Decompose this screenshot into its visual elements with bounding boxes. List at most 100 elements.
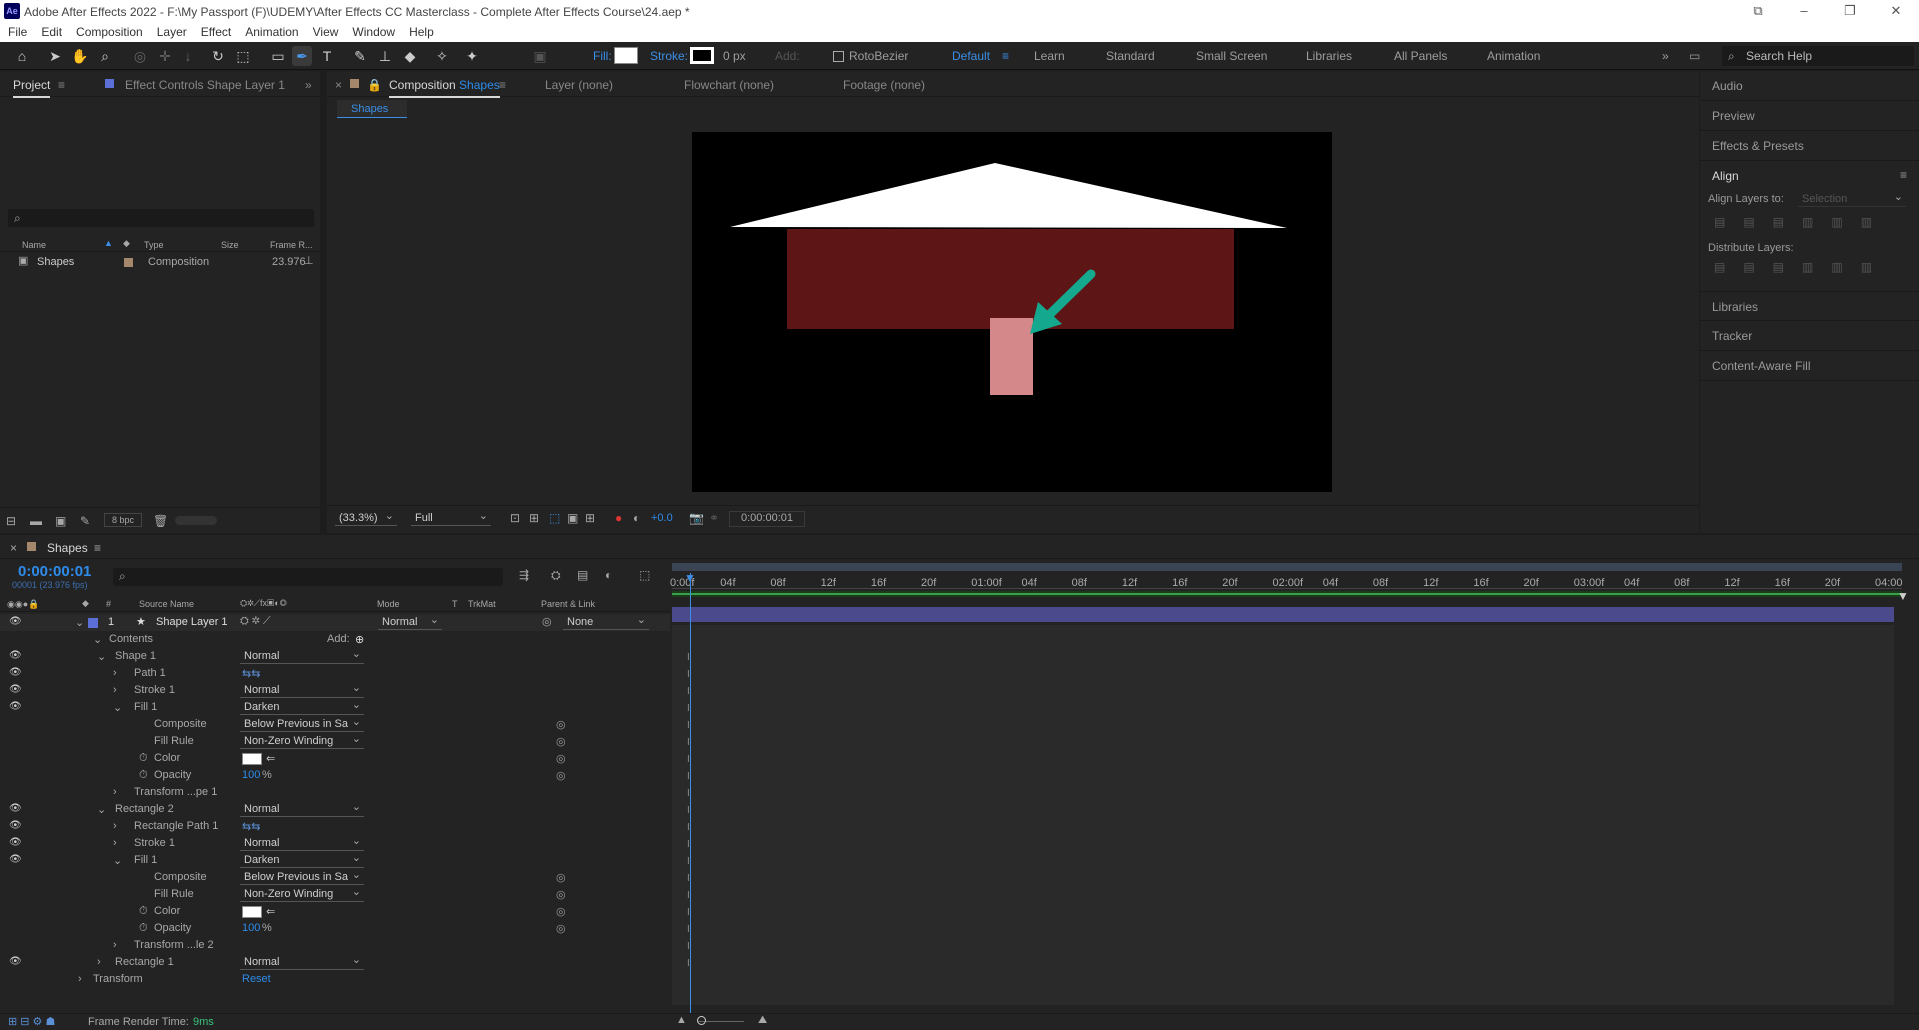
menu-layer[interactable]: Layer bbox=[157, 24, 187, 42]
expression-pickwhip-icon[interactable]: ◎ bbox=[556, 769, 566, 782]
label-header-icon[interactable]: ◆ bbox=[82, 598, 89, 609]
workspace-menu-icon[interactable]: ≡ bbox=[1002, 49, 1009, 63]
property-name[interactable]: Transform bbox=[93, 973, 143, 985]
layer-mode-dropdown[interactable]: Normal bbox=[378, 613, 442, 630]
channel-icon[interactable]: ● bbox=[615, 511, 622, 525]
property-name[interactable]: Fill Rule bbox=[154, 888, 194, 900]
end-marker-icon[interactable]: ▼ bbox=[1897, 589, 1909, 603]
menu-file[interactable]: File bbox=[8, 24, 27, 42]
expression-pickwhip-icon[interactable]: ◎ bbox=[556, 905, 566, 918]
visibility-eye-icon[interactable]: 👁 bbox=[9, 837, 22, 848]
property-row[interactable]: 👁 › Stroke 1 Normal bbox=[0, 681, 670, 700]
zoom-tool-icon[interactable]: ⌕ bbox=[95, 46, 115, 66]
layer-switches-icon[interactable]: ⛭ ✲ ⟋ bbox=[240, 615, 271, 628]
expression-pickwhip-icon[interactable]: ◎ bbox=[556, 888, 566, 901]
brush-tool-icon[interactable]: ✎ bbox=[350, 46, 370, 66]
comp-mini-flowchart-icon[interactable]: ⇶ bbox=[519, 568, 529, 582]
property-name[interactable]: Fill 1 bbox=[134, 854, 157, 866]
align-to-dropdown[interactable]: Selection bbox=[1798, 190, 1906, 207]
property-row[interactable]: › Transform ...le 2 bbox=[0, 938, 670, 955]
blend-mode-dropdown[interactable]: Darken bbox=[240, 698, 364, 715]
close-tab-icon[interactable]: × bbox=[10, 541, 17, 555]
property-name[interactable]: Composite bbox=[154, 871, 207, 883]
tab-flowchart[interactable]: Flowchart (none) bbox=[684, 78, 774, 92]
property-name[interactable]: Transform ...pe 1 bbox=[134, 786, 217, 798]
grid-guides-icon[interactable]: ⊞ bbox=[585, 511, 595, 525]
panel-tracker[interactable]: Tracker bbox=[1700, 321, 1919, 351]
hand-tool-icon[interactable]: ✋ bbox=[70, 46, 90, 66]
panel-preview[interactable]: Preview bbox=[1700, 101, 1919, 131]
tab-footage[interactable]: Footage (none) bbox=[843, 78, 925, 92]
col-type[interactable]: Type bbox=[144, 240, 164, 250]
label-icon[interactable]: ◆ bbox=[123, 238, 130, 249]
distribute-buttons[interactable]: ▤▤▤▥▥▥ bbox=[1714, 260, 1890, 274]
zoom-in-icon[interactable]: ⛰ bbox=[758, 1014, 767, 1027]
frame-blending-icon[interactable]: ◐ bbox=[605, 568, 612, 582]
path-link-icon[interactable]: ⇆⇆ bbox=[242, 667, 260, 680]
stopwatch-icon[interactable]: ⏱ bbox=[139, 752, 148, 765]
stopwatch-icon[interactable]: ⏱ bbox=[139, 922, 148, 935]
property-row[interactable]: 👁 › Rectangle 1 Normal bbox=[0, 953, 670, 972]
property-row[interactable]: 👁 ⌄ Shape 1 Normal bbox=[0, 647, 670, 666]
pen-tool-icon[interactable]: ✒ bbox=[292, 46, 312, 66]
property-row[interactable]: 👁 ⌄ Fill 1 Darken bbox=[0, 851, 670, 870]
expression-pickwhip-icon[interactable]: ◎ bbox=[556, 718, 566, 731]
color-swatch[interactable] bbox=[242, 753, 262, 765]
property-name[interactable]: Rectangle 2 bbox=[115, 803, 174, 815]
work-area-bar[interactable] bbox=[672, 563, 1902, 571]
twirl-open-icon[interactable]: ⌄ bbox=[97, 650, 106, 663]
timeline-search-input[interactable]: ⌕ bbox=[113, 568, 503, 586]
panel-libraries[interactable]: Libraries bbox=[1700, 291, 1919, 321]
property-value-dropdown[interactable]: Below Previous in Sa bbox=[240, 871, 364, 885]
rectangle-tool-icon[interactable]: ▭ bbox=[268, 46, 288, 66]
pan-behind-icon[interactable]: ⬚ bbox=[233, 46, 253, 66]
av-features-icon[interactable]: ◉◉●🔒 bbox=[7, 599, 39, 610]
twirl-closed-icon[interactable]: › bbox=[97, 956, 101, 968]
expression-pickwhip-icon[interactable]: ◎ bbox=[556, 922, 566, 935]
visibility-eye-icon[interactable]: 👁 bbox=[9, 650, 22, 661]
blend-mode-dropdown[interactable]: Normal bbox=[240, 647, 364, 664]
timeline-timecode[interactable]: 0:00:00:01 bbox=[18, 563, 91, 580]
fill-label[interactable]: Fill: bbox=[593, 49, 612, 63]
zoom-out-icon[interactable]: ▲ bbox=[676, 1014, 687, 1026]
stopwatch-icon[interactable]: ⏱ bbox=[139, 905, 148, 918]
switches-header-icon[interactable]: ⛭✲⟋fx▣◐◎ bbox=[240, 598, 287, 609]
property-row[interactable]: ⏱ Color ⇐ ◎ bbox=[0, 751, 670, 768]
property-name[interactable]: Fill Rule bbox=[154, 735, 194, 747]
path-link-icon[interactable]: ⇆⇆ bbox=[242, 820, 260, 833]
project-search-input[interactable]: ⌕ bbox=[8, 209, 314, 227]
property-name[interactable]: Rectangle 1 bbox=[115, 956, 174, 968]
property-name[interactable]: Fill 1 bbox=[134, 701, 157, 713]
fast-previews-icon[interactable]: ⊡ bbox=[510, 511, 520, 525]
property-row[interactable]: 👁 › Stroke 1 Normal bbox=[0, 834, 670, 853]
zoom-slider-knob[interactable] bbox=[697, 1016, 706, 1025]
current-time-indicator[interactable] bbox=[690, 573, 691, 1013]
property-name[interactable]: Stroke 1 bbox=[134, 684, 175, 696]
property-value-dropdown[interactable]: Non-Zero Winding bbox=[240, 888, 364, 902]
property-row[interactable]: › Transform Reset bbox=[0, 972, 670, 989]
property-value-dropdown[interactable]: Non-Zero Winding bbox=[240, 735, 364, 749]
menu-effect[interactable]: Effect bbox=[201, 24, 231, 42]
mode-header[interactable]: Mode bbox=[377, 599, 400, 609]
eyedropper-icon[interactable]: ⇐ bbox=[266, 752, 275, 765]
transparency-grid-icon[interactable]: ⊞ bbox=[529, 511, 539, 525]
layer-name[interactable]: Shape Layer 1 bbox=[156, 616, 228, 628]
panel-content-aware-fill[interactable]: Content-Aware Fill bbox=[1700, 351, 1919, 381]
shy-layers-icon[interactable]: ▤ bbox=[577, 568, 588, 582]
panel-align-title[interactable]: Align bbox=[1712, 169, 1739, 183]
col-name[interactable]: Name bbox=[22, 240, 46, 250]
workspace-small-screen[interactable]: Small Screen bbox=[1196, 49, 1267, 63]
expression-pickwhip-icon[interactable]: ◎ bbox=[556, 735, 566, 748]
parent-dropdown[interactable]: None bbox=[563, 613, 649, 630]
workspace-all-panels[interactable]: All Panels bbox=[1394, 49, 1447, 63]
twirl-closed-icon[interactable]: › bbox=[113, 684, 117, 696]
rotobezier-checkbox[interactable] bbox=[833, 51, 844, 62]
reset-exposure-icon[interactable]: ◐ bbox=[633, 511, 640, 525]
property-name[interactable]: Color bbox=[154, 752, 180, 764]
blend-mode-dropdown[interactable]: Normal bbox=[240, 953, 364, 970]
panel-menu-icon[interactable]: ≡ bbox=[58, 78, 65, 92]
visibility-eye-icon[interactable]: 👁 bbox=[9, 616, 22, 627]
contents-row[interactable]: ⌄ Contents Add: ⊕ bbox=[0, 632, 670, 649]
playhead-icon[interactable]: ▼ bbox=[684, 571, 696, 585]
opacity-value[interactable]: 100 bbox=[242, 922, 260, 934]
